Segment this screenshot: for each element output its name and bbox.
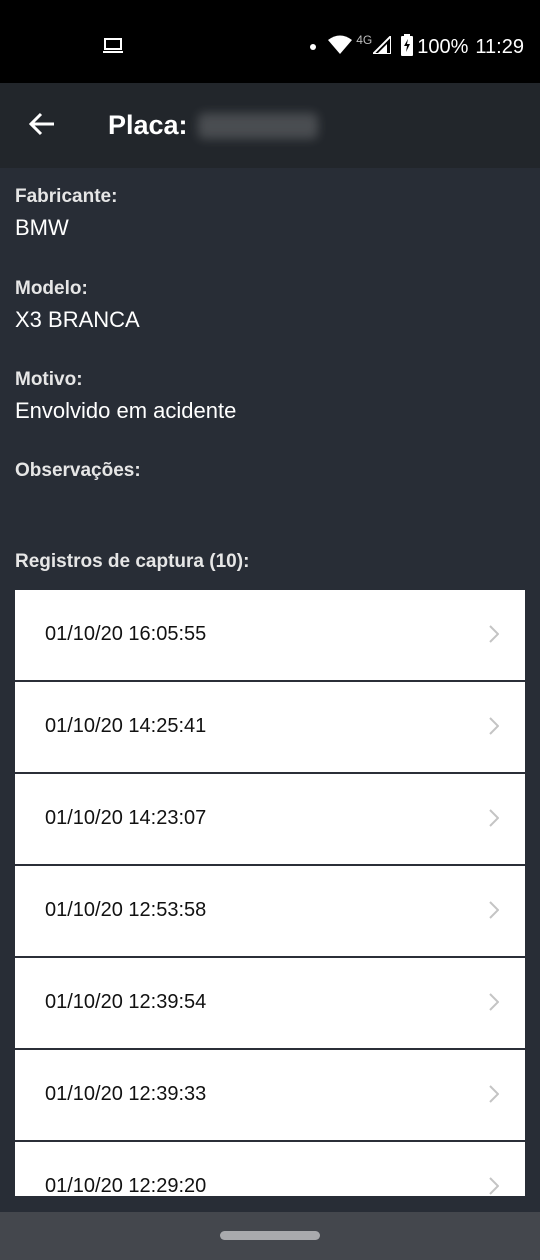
record-row[interactable]: 01/10/20 12:39:54	[15, 958, 525, 1050]
laptop-icon	[102, 37, 124, 60]
record-row[interactable]: 01/10/20 12:39:33	[15, 1050, 525, 1142]
record-datetime: 01/10/20 14:25:41	[45, 715, 207, 737]
navigation-bar	[0, 1212, 540, 1260]
chevron-right-icon	[489, 1177, 500, 1196]
reason-label: Motivo:	[15, 369, 83, 390]
notes-label: Observações:	[15, 460, 141, 481]
network-type: 4G	[356, 33, 373, 47]
notification-dot-icon	[310, 44, 317, 50]
wifi-icon	[328, 35, 353, 60]
record-row[interactable]: 01/10/20 14:25:41	[15, 682, 525, 774]
chevron-right-icon	[489, 901, 500, 924]
record-row[interactable]: 01/10/20 14:23:07	[15, 774, 525, 866]
battery-charging-icon	[401, 33, 414, 61]
app-bar: Placa:	[0, 83, 540, 168]
back-button[interactable]	[20, 104, 64, 148]
record-datetime: 01/10/20 14:23:07	[45, 807, 207, 829]
manufacturer-value: BMW	[15, 215, 69, 240]
record-row[interactable]: 01/10/20 16:05:55	[15, 590, 525, 682]
records-label: Registros de captura (10):	[15, 551, 250, 572]
plate-number-redacted	[197, 112, 318, 139]
arrow-left-icon	[28, 112, 55, 141]
record-datetime: 01/10/20 12:53:58	[45, 899, 207, 921]
chevron-right-icon	[489, 717, 500, 740]
battery-percent: 100%	[417, 35, 469, 58]
page-title: Placa:	[108, 110, 188, 140]
record-datetime: 01/10/20 12:39:33	[45, 1083, 207, 1105]
model-label: Modelo:	[15, 278, 88, 299]
chevron-right-icon	[489, 625, 500, 648]
chevron-right-icon	[489, 809, 500, 832]
clock: 11:29	[475, 35, 524, 58]
records-list: 01/10/20 16:05:55 01/10/20 14:25:41 01/1…	[15, 590, 525, 1196]
manufacturer-label: Fabricante:	[15, 186, 118, 207]
chevron-right-icon	[489, 993, 500, 1016]
status-bar: 4G 100% 11:29	[0, 0, 540, 83]
reason-value: Envolvido em acidente	[15, 398, 237, 423]
chevron-right-icon	[489, 1085, 500, 1108]
record-row[interactable]: 01/10/20 12:29:20	[15, 1142, 525, 1196]
record-row[interactable]: 01/10/20 12:53:58	[15, 866, 525, 958]
record-datetime: 01/10/20 16:05:55	[45, 623, 207, 645]
record-datetime: 01/10/20 12:39:54	[45, 991, 207, 1013]
home-gesture-handle[interactable]	[220, 1231, 320, 1240]
record-datetime: 01/10/20 12:29:20	[45, 1175, 207, 1196]
signal-icon	[370, 33, 393, 59]
model-value: X3 BRANCA	[15, 307, 140, 332]
